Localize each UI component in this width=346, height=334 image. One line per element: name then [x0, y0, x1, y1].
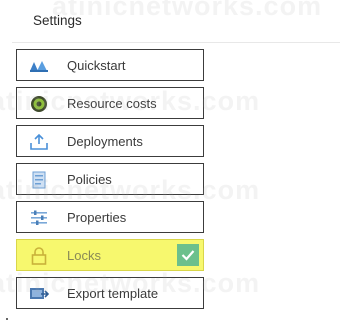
- menu-item-label: Properties: [67, 210, 127, 225]
- export-template-icon: [27, 284, 51, 304]
- resource-costs-icon: [27, 94, 51, 114]
- checkmark-icon: [177, 244, 199, 266]
- menu-item-locks[interactable]: Locks: [16, 239, 204, 271]
- menu-item-label: Export template: [67, 286, 159, 301]
- lock-icon: [27, 246, 51, 266]
- menu-item-deployments[interactable]: Deployments: [16, 125, 204, 157]
- menu-item-label: Resource costs: [67, 96, 157, 111]
- properties-icon: [27, 208, 51, 228]
- menu-item-label: Locks: [67, 248, 101, 263]
- menu-item-resource-costs[interactable]: Resource costs: [16, 87, 204, 119]
- menu-item-quickstart[interactable]: Quickstart: [16, 49, 204, 81]
- menu-item-label: Policies: [67, 172, 112, 187]
- menu-item-label: Quickstart: [67, 58, 126, 73]
- quickstart-icon: [27, 56, 51, 76]
- menu-item-export-template[interactable]: Export template: [16, 277, 204, 309]
- panel-title: Settings: [33, 13, 82, 28]
- menu-item-properties[interactable]: Properties: [16, 201, 204, 233]
- policies-icon: [27, 170, 51, 190]
- menu-item-policies[interactable]: Policies: [16, 163, 204, 195]
- stray-dot: [6, 318, 8, 320]
- menu-item-label: Deployments: [67, 134, 143, 149]
- deployments-icon: [27, 132, 51, 152]
- watermark-text: atinicnetworks.com: [52, 0, 323, 21]
- title-divider: [12, 42, 340, 43]
